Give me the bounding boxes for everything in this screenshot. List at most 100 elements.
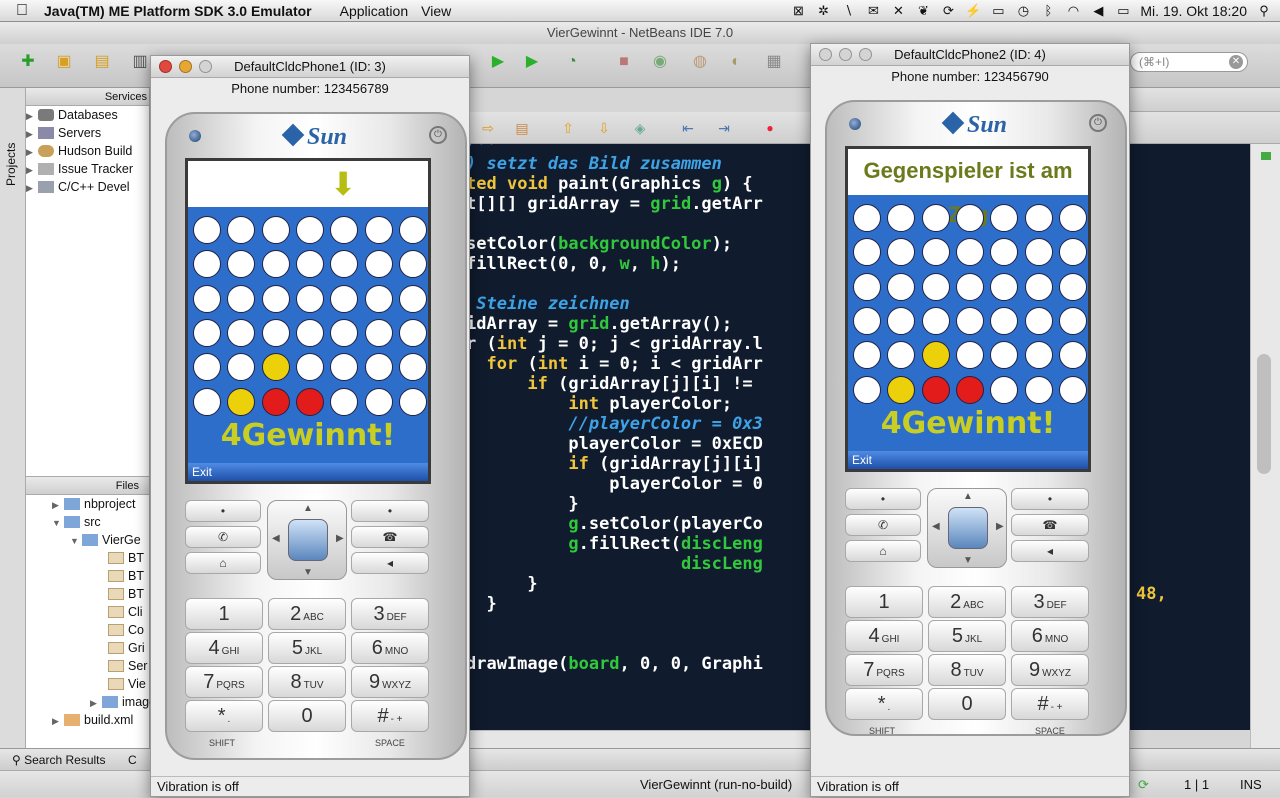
battery-icon[interactable]: ▭ (1115, 3, 1131, 19)
board-cell[interactable] (887, 341, 916, 370)
bolt-icon[interactable]: ⚡ (965, 3, 981, 19)
bluetooth-icon[interactable]: ᛒ (1040, 3, 1056, 19)
key-5[interactable]: 5 JKL (268, 632, 346, 664)
left-softkey[interactable]: • (845, 488, 921, 510)
board-cell[interactable] (955, 238, 984, 267)
step-icon[interactable]: ◍ (688, 50, 712, 74)
tree-item-file[interactable]: Vie (26, 675, 149, 693)
board-cell[interactable] (1058, 204, 1087, 232)
board-cell[interactable] (364, 387, 393, 416)
board-cell[interactable] (887, 306, 916, 335)
step-over-icon[interactable]: ◐ (724, 50, 748, 74)
dpad-down-icon[interactable]: ▼ (963, 555, 973, 566)
board-cell[interactable] (398, 353, 427, 382)
minimize-window-icon[interactable] (179, 60, 192, 73)
menu-view[interactable]: View (421, 3, 464, 19)
board-cell[interactable] (330, 284, 359, 313)
next-occurrence-icon[interactable]: ⇩ (592, 116, 616, 140)
key-6[interactable]: 6 MNO (1011, 620, 1089, 652)
board-cell[interactable] (921, 341, 950, 370)
power-button[interactable]: ⏻ (429, 126, 447, 144)
board-cell[interactable] (227, 284, 256, 313)
board-cell[interactable] (330, 387, 359, 416)
run-icon[interactable]: ▶ (486, 50, 510, 74)
board-cell[interactable] (955, 272, 984, 301)
key-3[interactable]: 3 DEF (1011, 586, 1089, 618)
code-editor[interactable]: /**) setzt das Bild zusammented void pai… (470, 144, 810, 730)
board-cell[interactable] (193, 353, 221, 382)
code-editor-right[interactable]: 48, (1130, 144, 1250, 730)
clear-key[interactable]: ◂ (351, 552, 429, 574)
tree-item-file[interactable]: Cli (26, 603, 149, 621)
tree-item-servers[interactable]: ▶ Servers (26, 124, 149, 142)
board-cell[interactable] (295, 250, 324, 279)
tree-item-package[interactable]: ▼ VierGe (26, 531, 149, 549)
phone-screen[interactable]: ⬇ 4Gewinnt! Exit (185, 158, 431, 484)
tab-other[interactable]: C (128, 749, 137, 771)
board-cell[interactable] (990, 238, 1019, 267)
board-cell[interactable] (227, 216, 256, 244)
phone-screen[interactable]: Gegenspieler ist am Zug 4Gewinnt! Exit (845, 146, 1091, 472)
board-cell[interactable] (398, 284, 427, 313)
board-cell[interactable] (990, 341, 1019, 370)
prev-occurrence-icon[interactable]: ⇧ (556, 116, 580, 140)
paw-icon[interactable]: ❦ (915, 3, 931, 19)
board-cell[interactable] (921, 375, 950, 404)
key-8[interactable]: 8 TUV (928, 654, 1006, 686)
board-cell[interactable] (887, 375, 916, 404)
key-hash[interactable]: # - + (1011, 688, 1089, 720)
tab-projects[interactable]: Projects (4, 126, 18, 186)
key-7[interactable]: 7 PQRS (845, 654, 923, 686)
tree-item-file[interactable]: BT (26, 585, 149, 603)
board-cell[interactable] (227, 353, 256, 382)
board-cell[interactable] (1058, 341, 1087, 370)
tree-item-nbproject[interactable]: ▶ nbproject (26, 495, 149, 513)
board-cell[interactable] (364, 353, 393, 382)
key-1[interactable]: 1 (845, 586, 923, 618)
board-cell[interactable] (398, 216, 427, 244)
board-cell[interactable] (990, 306, 1019, 335)
board-cell[interactable] (330, 216, 359, 244)
dpad-down-icon[interactable]: ▼ (303, 567, 313, 578)
dpad-left-icon[interactable]: ◀ (272, 533, 280, 544)
volume-icon[interactable]: ◀ (1090, 3, 1106, 19)
dpad-select[interactable] (948, 507, 988, 549)
mail-icon[interactable]: ✉ (865, 3, 881, 19)
board-cell[interactable] (330, 318, 359, 347)
key-star[interactable]: *. (185, 700, 263, 732)
board-cell[interactable] (887, 238, 916, 267)
board-cell[interactable] (990, 204, 1019, 232)
shift-right-icon[interactable]: ⇥ (712, 116, 736, 140)
key-3[interactable]: 3 DEF (351, 598, 429, 630)
call-key[interactable]: ✆ (185, 526, 261, 548)
ide-search-input[interactable]: (⌘+I) ✕ (1130, 52, 1248, 72)
display-icon[interactable]: ▭ (990, 3, 1006, 19)
call-key[interactable]: ✆ (845, 514, 921, 536)
clock-icon[interactable]: ◷ (1015, 3, 1031, 19)
tree-item-file[interactable]: Co (26, 621, 149, 639)
board-cell[interactable] (364, 284, 393, 313)
tab-search-results[interactable]: ⚲ Search Results (12, 749, 106, 771)
tree-item-file[interactable]: Ser (26, 657, 149, 675)
board-cell[interactable] (921, 272, 950, 301)
key-9[interactable]: 9 WXYZ (351, 666, 429, 698)
key-8[interactable]: 8 TUV (268, 666, 346, 698)
close-box-icon[interactable]: ✕ (890, 3, 906, 19)
time-machine-icon[interactable]: ⊠ (790, 3, 806, 19)
toggle-highlight-icon[interactable]: ◈ (628, 116, 652, 140)
board-cell[interactable] (330, 250, 359, 279)
key-4[interactable]: 4 GHI (185, 632, 263, 664)
save-all-icon[interactable]: ▥ (128, 50, 152, 74)
board-cell[interactable] (1024, 375, 1053, 404)
board-cell[interactable] (955, 204, 984, 232)
tree-item-cpp[interactable]: ▶ C/C++ Devel (26, 178, 149, 196)
zoom-window-icon[interactable] (199, 60, 212, 73)
key-1[interactable]: 1 (185, 598, 263, 630)
board-cell[interactable] (364, 318, 393, 347)
clear-key[interactable]: ◂ (1011, 540, 1089, 562)
board-cell[interactable] (261, 353, 290, 382)
spotlight-icon[interactable]: ⚲ (1256, 3, 1272, 19)
board-cell[interactable] (1058, 375, 1087, 404)
board-cell[interactable] (853, 272, 881, 301)
dpad-up-icon[interactable]: ▲ (303, 503, 313, 514)
